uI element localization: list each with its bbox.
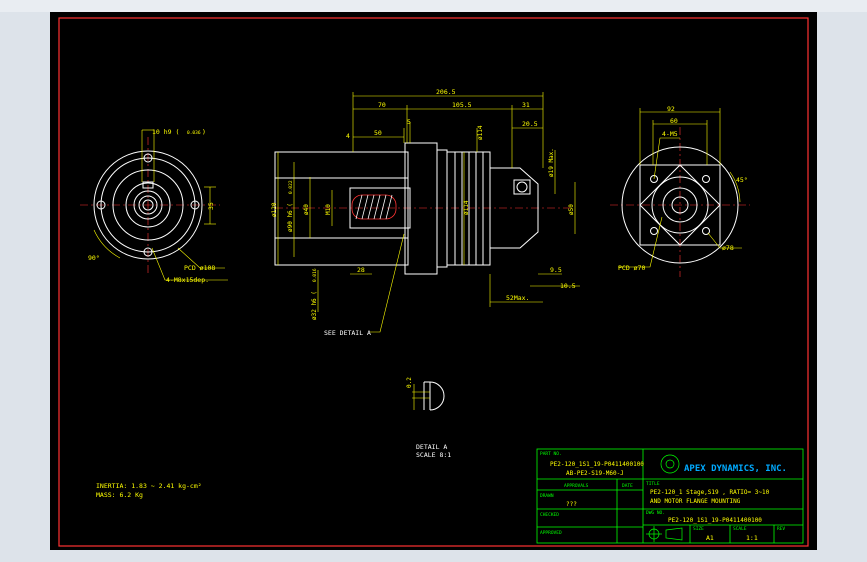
tb-scale-value: 1:1 (746, 534, 758, 542)
left-dim-keyway-tol: 0.036 (187, 130, 201, 136)
front-dim-d50: ø50 (568, 204, 575, 215)
right-dim-60: 60 (670, 117, 678, 125)
tb-part-no-1: PE2-120_1S1_19-P0411400100 (550, 461, 644, 468)
front-section-view[interactable]: 206.5 70 105.5 31 50 4 5 ø114 20.5 ø120 … (271, 88, 580, 337)
detail-a[interactable]: 0.2 DETAIL A SCALE 8:1 (406, 377, 451, 459)
front-dim-d114: ø114 (463, 200, 470, 215)
front-dim-d90: ø90 h6 ( (287, 203, 294, 232)
front-dim-10-5: 10.5 (560, 282, 576, 290)
detail-scale: SCALE 8:1 (416, 451, 451, 459)
right-dim-92: 92 (667, 105, 675, 113)
tb-checked-label: CHECKED (540, 512, 559, 518)
right-hole-label: ø78 (722, 244, 734, 252)
notes: INERTIA: 1.83 ~ 2.41 kg-cm² MASS: 6.2 Kg (96, 482, 202, 499)
left-angle-90: 90° (88, 254, 100, 262)
right-pcd-label: PCD ø70 (618, 264, 645, 272)
title-block[interactable]: PART NO. PE2-120_1S1_19-P0411400100 AB-P… (536, 448, 804, 544)
note-mass: MASS: 6.2 Kg (96, 491, 143, 499)
tb-title-2: AND MOTOR FLANGE MOUNTING (650, 498, 741, 505)
front-dim-70: 70 (378, 101, 386, 109)
tb-size-value: A1 (706, 534, 714, 542)
right-end-view[interactable]: 92 60 4-M5 45° PCD ø70 ø78 (610, 105, 750, 277)
front-dim-overall: 206.5 (436, 88, 456, 96)
front-dim-31: 31 (522, 101, 530, 109)
left-end-view[interactable]: 10 h9 ( 0.036 ) 35 90° PCD ø108 4-M8x15d… (80, 128, 228, 284)
tb-part-no-label: PART NO. (540, 451, 562, 457)
tb-dwg-label: DWG NO. (646, 510, 665, 516)
tb-title-1: PE2-120_1 Stage,S19 , RATIO= 3~10 (650, 489, 770, 496)
tb-size-label: SIZE (693, 526, 704, 532)
tb-drawn-label: DRAWN (540, 493, 554, 499)
front-dim-105-5: 105.5 (452, 101, 472, 109)
tb-date-label: DATE (622, 483, 633, 489)
front-dim-d120: ø120 (271, 202, 278, 217)
tb-company: APEX DYNAMICS, INC. (684, 464, 787, 474)
front-dim-d32-tol: 0.016 (312, 268, 318, 282)
left-dim-35: 35 (207, 202, 215, 210)
front-dim-50: 50 (374, 129, 382, 137)
tb-part-no-2: AB-PE2-S19-M60-J (566, 470, 624, 477)
front-dim-28: 28 (357, 266, 365, 274)
front-dim-m10: M10 (325, 204, 332, 215)
front-dim-20-5: 20.5 (522, 120, 538, 128)
right-dim-4n5: 4-M5 (662, 130, 678, 138)
front-dim-d90-tol: 0.022 (288, 180, 294, 194)
left-dim-keyway-close: ) (202, 128, 206, 136)
front-dim-d19: ø19 Max. (548, 148, 555, 177)
detail-dim: 0.2 (406, 377, 413, 388)
window-top-strip (0, 0, 867, 12)
left-pcd-label: PCD ø108 (184, 264, 215, 272)
front-see-detail: SEE DETAIL A (324, 329, 371, 337)
tb-scale-label: SCALE (733, 526, 747, 532)
front-dim-d40: ø40 (303, 204, 310, 215)
tb-approved-label: APPROVED (540, 530, 562, 536)
front-dim-9-5: 9.5 (550, 266, 562, 274)
tb-rev-label: REV (777, 526, 785, 532)
left-dim-keyway: 10 h9 ( (152, 128, 179, 136)
drawing-sheet[interactable]: 10 h9 ( 0.036 ) 35 90° PCD ø108 4-M8x15d… (50, 12, 817, 550)
drawing-canvas[interactable]: 10 h9 ( 0.036 ) 35 90° PCD ø108 4-M8x15d… (50, 12, 817, 550)
front-dim-5: 5 (407, 118, 411, 126)
front-dim-d32: ø32 h6 ( (311, 291, 318, 320)
left-holes-label: 4-M8x15dep. (166, 276, 209, 284)
tb-approvals-label: APPROVALS (564, 483, 589, 489)
right-angle-45: 45° (736, 176, 748, 184)
front-dim-4: 4 (346, 132, 350, 140)
tb-dwg-value: PE2-120_1S1_19-P0411400100 (668, 517, 762, 524)
cad-viewport[interactable]: 10 h9 ( 0.036 ) 35 90° PCD ø108 4-M8x15d… (0, 0, 867, 562)
front-dim-52max: 52Max. (506, 294, 529, 302)
tb-drawn-value: ??? (566, 501, 577, 508)
detail-label: DETAIL A (416, 443, 447, 451)
front-dim-114-top: ø114 (477, 125, 484, 140)
tb-title-label: TITLE (646, 481, 660, 487)
note-inertia: INERTIA: 1.83 ~ 2.41 kg-cm² (96, 482, 202, 490)
